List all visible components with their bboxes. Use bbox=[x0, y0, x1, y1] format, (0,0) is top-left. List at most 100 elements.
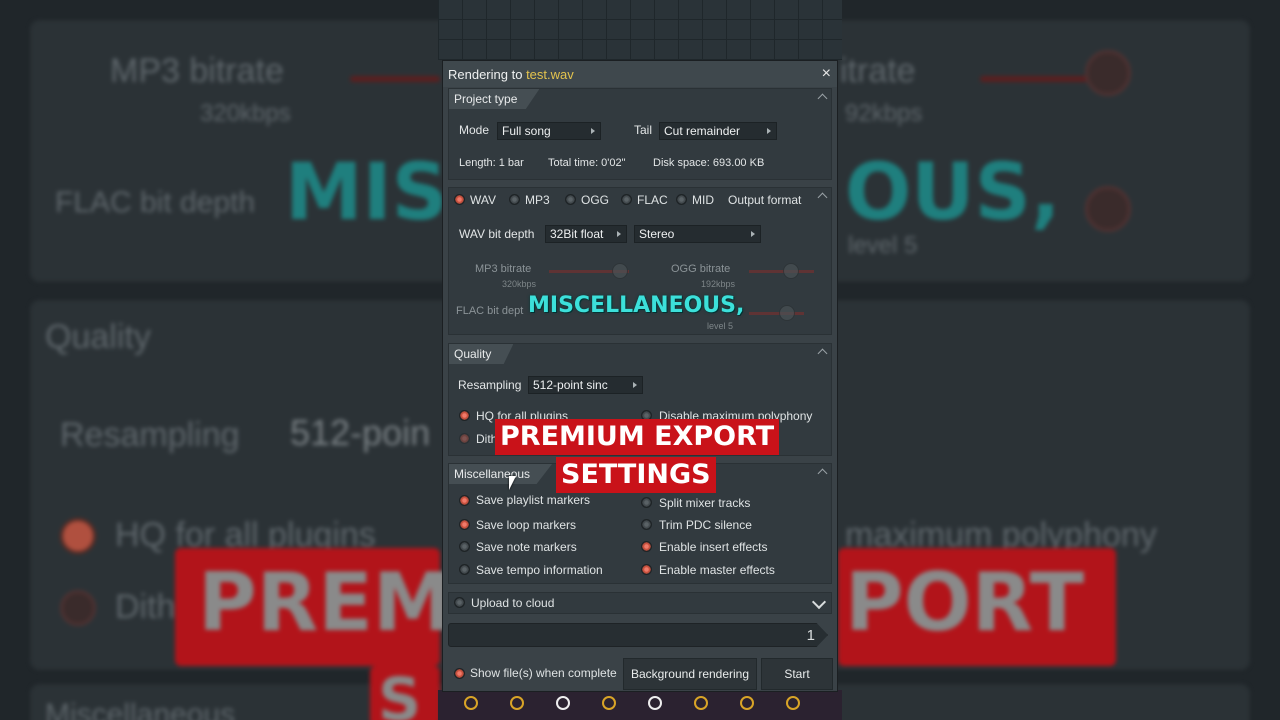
flac-level-knob[interactable] bbox=[779, 305, 795, 321]
bg-radio bbox=[60, 518, 96, 554]
bg-radio-2 bbox=[60, 590, 96, 626]
dither-radio[interactable] bbox=[459, 433, 470, 444]
bg-mp3-bitrate: MP3 bitrate bbox=[110, 52, 284, 90]
upload-label[interactable]: Upload to cloud bbox=[471, 596, 554, 610]
bg-mp3-value: 320kbps bbox=[200, 100, 291, 127]
mixer-knob bbox=[694, 696, 708, 710]
upload-radio[interactable] bbox=[454, 597, 465, 608]
bg-right-slider bbox=[980, 76, 1090, 82]
format-radio-flac[interactable] bbox=[621, 194, 632, 205]
quality-header[interactable]: Quality bbox=[449, 344, 514, 364]
format-mp3-label[interactable]: MP3 bbox=[525, 193, 550, 207]
mp3-bitrate-value: 320kbps bbox=[502, 279, 537, 289]
enable-master-label[interactable]: Enable master effects bbox=[659, 563, 775, 577]
render-dialog: Rendering to test.wav × Project type Mod… bbox=[442, 60, 838, 692]
close-icon[interactable]: × bbox=[822, 65, 831, 83]
length-info: Length: 1 bar bbox=[459, 157, 524, 169]
resampling-select[interactable]: 512-point sinc bbox=[528, 376, 643, 394]
show-files-radio[interactable] bbox=[454, 668, 465, 679]
format-wav-label[interactable]: WAV bbox=[470, 193, 496, 207]
start-button[interactable]: Start bbox=[761, 658, 833, 690]
disk-space-info: Disk space: 693.00 KB bbox=[653, 157, 765, 169]
mode-select[interactable]: Full song bbox=[497, 122, 601, 140]
ogg-bitrate-slider[interactable] bbox=[749, 270, 814, 273]
split-mixer-label[interactable]: Split mixer tracks bbox=[659, 496, 750, 510]
resampling-label: Resampling bbox=[458, 378, 522, 392]
upload-to-cloud-row[interactable]: Upload to cloud bbox=[448, 592, 832, 614]
format-radio-mid[interactable] bbox=[676, 194, 687, 205]
chevron-down-icon[interactable] bbox=[811, 594, 827, 610]
show-files-label[interactable]: Show file(s) when complete bbox=[470, 666, 617, 680]
format-mid-label[interactable]: MID bbox=[692, 193, 714, 207]
bg-dith: Dith bbox=[115, 588, 176, 626]
bg-misc: Miscellaneous bbox=[45, 698, 236, 720]
bg-teal-left: MIS bbox=[285, 148, 448, 238]
flac-level-slider[interactable] bbox=[749, 312, 804, 315]
render-progress-bar: 1 bbox=[448, 623, 828, 647]
collapse-icon[interactable] bbox=[817, 92, 827, 102]
ogg-bitrate-knob[interactable] bbox=[783, 263, 799, 279]
hq-plugins-radio[interactable] bbox=[459, 410, 470, 421]
save-tempo-label[interactable]: Save tempo information bbox=[476, 563, 603, 577]
caption-red-line2: SETTINGS bbox=[556, 457, 716, 493]
format-ogg-label[interactable]: OGG bbox=[581, 193, 609, 207]
format-radio-ogg[interactable] bbox=[565, 194, 576, 205]
enable-master-radio[interactable] bbox=[641, 564, 652, 575]
save-loop-markers-radio[interactable] bbox=[459, 519, 470, 530]
channels-select[interactable]: Stereo bbox=[634, 225, 761, 243]
mixer-knob bbox=[786, 696, 800, 710]
flac-level-value: level 5 bbox=[707, 321, 734, 331]
collapse-icon[interactable] bbox=[817, 347, 827, 357]
ogg-bitrate-value: 192kbps bbox=[701, 279, 736, 289]
piano-roll-strip bbox=[438, 0, 842, 60]
ogg-bitrate-label: OGG bitrate bbox=[671, 263, 731, 275]
split-mixer-radio[interactable] bbox=[641, 497, 652, 508]
mode-label: Mode bbox=[459, 123, 490, 137]
save-loop-markers-label[interactable]: Save loop markers bbox=[476, 518, 576, 532]
caption-red-line1: PREMIUM EXPORT bbox=[495, 419, 780, 455]
mixer-knob bbox=[648, 696, 662, 710]
mixer-knob bbox=[464, 696, 478, 710]
bg-resampling-value: 512-poin bbox=[290, 412, 431, 453]
wav-bit-depth-select[interactable]: 32Bit float bbox=[545, 225, 627, 243]
bg-red-left: PREM bbox=[198, 556, 453, 649]
output-format-header[interactable]: Output format bbox=[728, 193, 801, 207]
tail-select[interactable]: Cut remainder bbox=[659, 122, 777, 140]
bg-resampling: Resampling bbox=[60, 416, 240, 454]
misc-header[interactable]: Miscellaneous bbox=[449, 464, 553, 484]
mixer-knob bbox=[740, 696, 754, 710]
mixer-knob bbox=[602, 696, 616, 710]
format-radio-wav[interactable] bbox=[454, 194, 465, 205]
trim-pdc-label[interactable]: Trim PDC silence bbox=[659, 518, 752, 532]
save-note-markers-radio[interactable] bbox=[459, 541, 470, 552]
bg-knob-2 bbox=[1085, 186, 1131, 232]
save-tempo-radio[interactable] bbox=[459, 564, 470, 575]
bg-slider bbox=[350, 76, 440, 82]
collapse-icon[interactable] bbox=[817, 467, 827, 477]
dialog-titlebar: Rendering to test.wav × bbox=[443, 61, 837, 87]
title-filename: test.wav bbox=[526, 67, 574, 82]
project-type-header[interactable]: Project type bbox=[449, 89, 540, 109]
caption-teal: MISCELLANEOUS, bbox=[528, 293, 745, 318]
bg-flac-depth: FLAC bit depth bbox=[55, 186, 256, 219]
save-playlist-markers-label[interactable]: Save playlist markers bbox=[476, 493, 590, 507]
mouse-cursor-icon bbox=[509, 476, 516, 490]
collapse-icon[interactable] bbox=[817, 191, 827, 201]
dialog-title: Rendering to test.wav bbox=[448, 67, 574, 82]
background-rendering-button[interactable]: Background rendering bbox=[623, 658, 757, 690]
bg-right-bitrate: itrate bbox=[840, 52, 916, 90]
format-radio-mp3[interactable] bbox=[509, 194, 520, 205]
trim-pdc-radio[interactable] bbox=[641, 519, 652, 530]
mixer-knob bbox=[510, 696, 524, 710]
title-prefix: Rendering to bbox=[448, 67, 527, 82]
mp3-bitrate-knob[interactable] bbox=[612, 263, 628, 279]
bg-knob bbox=[1085, 50, 1131, 96]
wav-bit-depth-label: WAV bit depth bbox=[459, 227, 535, 241]
save-playlist-markers-radio[interactable] bbox=[459, 495, 470, 506]
save-note-markers-label[interactable]: Save note markers bbox=[476, 540, 577, 554]
enable-insert-label[interactable]: Enable insert effects bbox=[659, 540, 768, 554]
mixer-strip bbox=[438, 690, 842, 720]
enable-insert-radio[interactable] bbox=[641, 541, 652, 552]
mp3-bitrate-label: MP3 bitrate bbox=[475, 263, 532, 275]
format-flac-label[interactable]: FLAC bbox=[637, 193, 668, 207]
